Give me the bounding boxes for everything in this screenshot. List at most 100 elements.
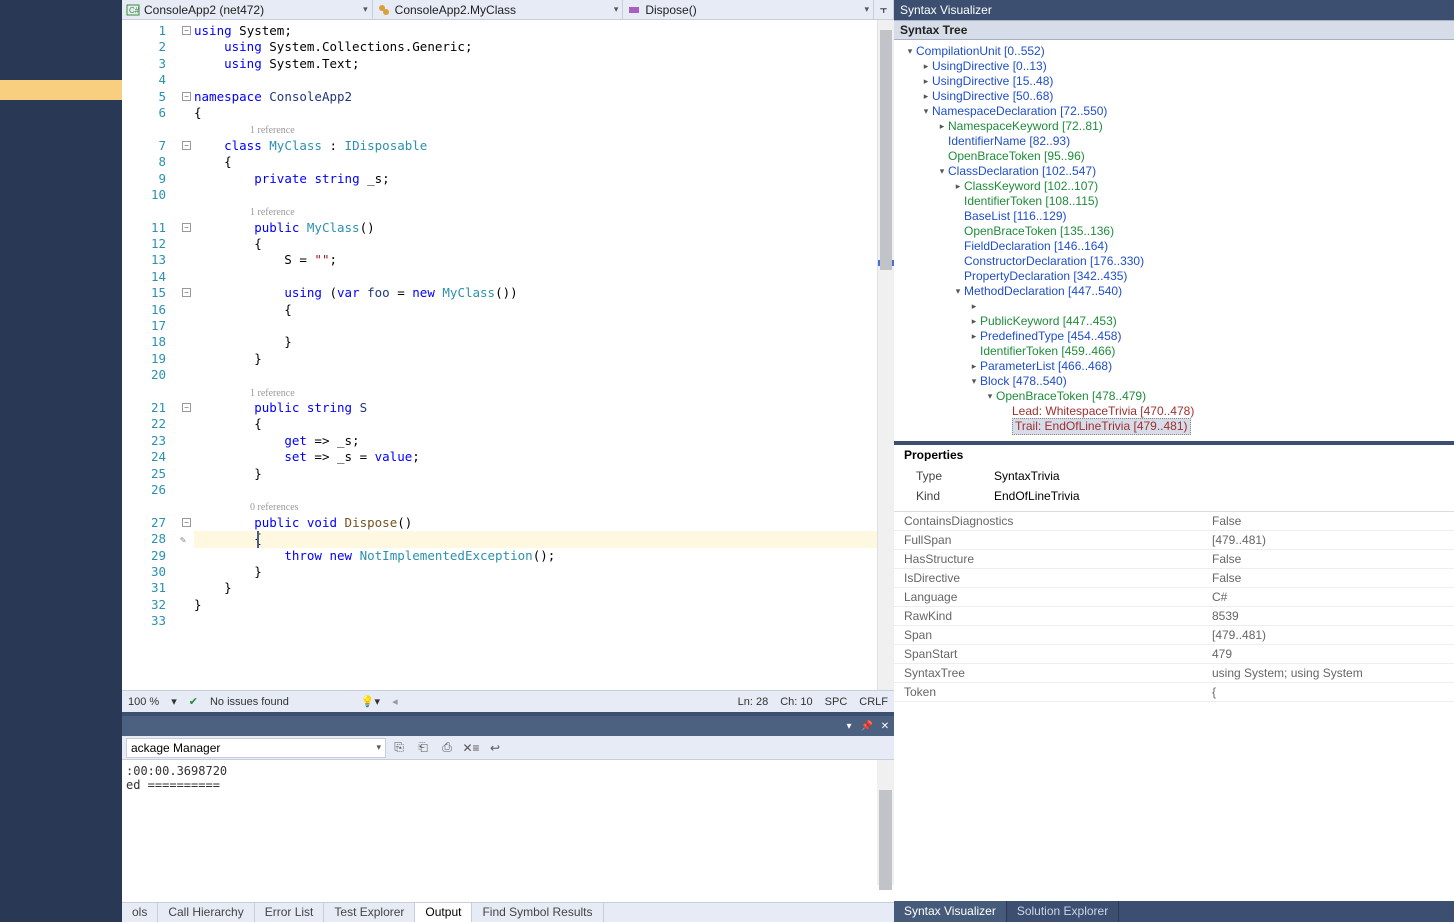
tree-node[interactable]: Trail: EndOfLineTrivia [479..481) xyxy=(896,419,1454,434)
check-icon: ✔ xyxy=(189,695,198,708)
pin-icon[interactable]: 📌 xyxy=(858,721,876,732)
class-dropdown-label: ConsoleApp2.MyClass xyxy=(395,3,516,17)
editor-scrollbar[interactable] xyxy=(877,20,894,690)
bottom-tab[interactable]: Output xyxy=(415,903,472,922)
chevron-down-icon: ▾ xyxy=(864,4,869,15)
fold-toggle[interactable]: − xyxy=(182,92,191,101)
properties-grid[interactable]: ContainsDiagnosticsFalseFullSpan[479..48… xyxy=(894,511,1454,901)
editor-status-bar: 100 % ▾ ✔ No issues found 💡▾ ◂ Ln: 28 Ch… xyxy=(122,690,894,712)
zoom-level[interactable]: 100 % xyxy=(128,696,159,708)
properties-summary: TypeSyntaxTriviaKindEndOfLineTrivia xyxy=(894,461,1454,511)
bottom-tab[interactable]: Error List xyxy=(255,903,325,922)
tree-node[interactable]: ▸UsingDirective [15..48) xyxy=(896,74,1454,89)
bottom-tab[interactable]: Test Explorer xyxy=(324,903,415,922)
tree-node[interactable]: ▸NamespaceKeyword [72..81) xyxy=(896,119,1454,134)
property-row[interactable]: ContainsDiagnosticsFalse xyxy=(894,512,1454,531)
fold-toggle[interactable]: − xyxy=(182,223,191,232)
tree-node[interactable]: ▾NamespaceDeclaration [72..550) xyxy=(896,104,1454,119)
output-scrollbar[interactable] xyxy=(877,760,894,885)
tree-node[interactable]: OpenBraceToken [95..96) xyxy=(896,149,1454,164)
property-row[interactable]: Token{ xyxy=(894,683,1454,702)
project-dropdown-label: ConsoleApp2 (net472) xyxy=(144,3,264,17)
tree-node[interactable]: ▸ xyxy=(896,299,1454,314)
project-dropdown[interactable]: C# ConsoleApp2 (net472) ▾ xyxy=(122,0,373,19)
syntax-tree[interactable]: ▾CompilationUnit [0..552)▸UsingDirective… xyxy=(894,40,1454,441)
code-editor[interactable]: 1234567891011121314151617181920212223242… xyxy=(122,20,894,690)
right-panel-tab[interactable]: Solution Explorer xyxy=(1007,901,1119,922)
tree-node[interactable]: IdentifierToken [459..466) xyxy=(896,344,1454,359)
tree-node[interactable]: ▾CompilationUnit [0..552) xyxy=(896,44,1454,59)
method-icon xyxy=(627,3,641,17)
tree-node[interactable]: BaseList [116..129) xyxy=(896,209,1454,224)
lightbulb-icon[interactable]: 💡▾ xyxy=(361,695,380,708)
fold-toggle[interactable]: − xyxy=(182,518,191,527)
output-toolbar-button[interactable]: ⎙ xyxy=(436,738,458,758)
syntax-tree-header: Syntax Tree xyxy=(894,20,1454,40)
tree-node[interactable]: IdentifierToken [108..115) xyxy=(896,194,1454,209)
lineending-indicator: CRLF xyxy=(859,696,888,708)
member-dropdown[interactable]: Dispose() ▾ xyxy=(623,0,874,19)
output-toolbar-button[interactable]: ⎘ xyxy=(388,738,410,758)
tree-node[interactable]: FieldDeclaration [146..164) xyxy=(896,239,1454,254)
code-area[interactable]: using System; using System.Collections.G… xyxy=(194,20,877,690)
tree-node[interactable]: ConstructorDeclaration [176..330) xyxy=(896,254,1454,269)
tree-node[interactable]: ▾Block [478..540) xyxy=(896,374,1454,389)
chevron-down-icon: ▾ xyxy=(376,742,381,753)
output-toolbar-button[interactable]: ⎗ xyxy=(412,738,434,758)
char-indicator: Ch: 10 xyxy=(780,696,812,708)
fold-toggle[interactable]: − xyxy=(182,403,191,412)
class-icon xyxy=(377,3,391,17)
fold-gutter: − − − − − − − xyxy=(180,20,194,690)
bottom-tab[interactable]: ols xyxy=(122,903,158,922)
left-highlight xyxy=(0,80,122,100)
tree-node[interactable]: ▸PublicKeyword [447..453) xyxy=(896,314,1454,329)
output-source-label: ackage Manager xyxy=(131,741,220,755)
line-indicator: Ln: 28 xyxy=(738,696,769,708)
tree-node[interactable]: OpenBraceToken [135..136) xyxy=(896,224,1454,239)
tree-node[interactable]: ▾ClassDeclaration [102..547) xyxy=(896,164,1454,179)
tree-node[interactable]: ▸PredefinedType [454..458) xyxy=(896,329,1454,344)
bottom-tab[interactable]: Call Hierarchy xyxy=(158,903,254,922)
tree-node[interactable]: ▾MethodDeclaration [447..540) xyxy=(896,284,1454,299)
tree-node[interactable]: ▸ParameterList [466..468) xyxy=(896,359,1454,374)
close-icon[interactable]: ✕ xyxy=(876,721,894,732)
tree-node[interactable]: ▸ClassKeyword [102..107) xyxy=(896,179,1454,194)
tree-node[interactable]: Lead: WhitespaceTrivia [470..478) xyxy=(896,404,1454,419)
tree-node[interactable]: ▾OpenBraceToken [478..479) xyxy=(896,389,1454,404)
fold-toggle[interactable]: − xyxy=(182,288,191,297)
scrollbar-thumb[interactable] xyxy=(879,790,892,890)
output-source-dropdown[interactable]: ackage Manager ▾ xyxy=(126,738,386,758)
split-button[interactable]: ⫟ xyxy=(874,0,894,19)
chevron-down-icon: ▾ xyxy=(363,4,368,15)
property-row[interactable]: HasStructureFalse xyxy=(894,550,1454,569)
property-row[interactable]: IsDirectiveFalse xyxy=(894,569,1454,588)
left-margin xyxy=(0,0,122,922)
tree-node[interactable]: PropertyDeclaration [342..435) xyxy=(896,269,1454,284)
property-row[interactable]: RawKind8539 xyxy=(894,607,1454,626)
bottom-tab[interactable]: Find Symbol Results xyxy=(472,903,603,922)
window-menu-icon[interactable]: ▾ xyxy=(840,721,858,732)
class-dropdown[interactable]: ConsoleApp2.MyClass ▾ xyxy=(373,0,624,19)
tree-node[interactable]: ▸UsingDirective [0..13) xyxy=(896,59,1454,74)
property-row[interactable]: SpanStart479 xyxy=(894,645,1454,664)
bottom-tab-strip: olsCall HierarchyError ListTest Explorer… xyxy=(122,902,894,922)
fold-toggle[interactable]: − xyxy=(182,26,191,35)
chevron-down-icon: ▾ xyxy=(614,4,619,15)
output-content[interactable]: :00:00.3698720ed ========== xyxy=(122,760,894,902)
properties-header: Properties xyxy=(894,441,1454,461)
output-toolbar: ackage Manager ▾ ⎘ ⎗ ⎙ ✕≡ ↩ xyxy=(122,736,894,760)
fold-toggle[interactable]: − xyxy=(182,141,191,150)
property-row[interactable]: Span[479..481) xyxy=(894,626,1454,645)
clear-all-button[interactable]: ✕≡ xyxy=(460,738,482,758)
right-tab-strip: Syntax VisualizerSolution Explorer xyxy=(894,901,1454,922)
property-row[interactable]: SyntaxTreeusing System; using System xyxy=(894,664,1454,683)
property-row[interactable]: FullSpan[479..481) xyxy=(894,531,1454,550)
property-row[interactable]: LanguageC# xyxy=(894,588,1454,607)
tree-node[interactable]: IdentifierName [82..93) xyxy=(896,134,1454,149)
word-wrap-button[interactable]: ↩ xyxy=(484,738,506,758)
svg-text:C#: C# xyxy=(129,6,140,15)
tree-node[interactable]: ▸UsingDirective [50..68) xyxy=(896,89,1454,104)
scrollbar-thumb[interactable] xyxy=(880,30,892,270)
navigation-bar: C# ConsoleApp2 (net472) ▾ ConsoleApp2.My… xyxy=(122,0,894,20)
right-panel-tab[interactable]: Syntax Visualizer xyxy=(894,901,1007,922)
